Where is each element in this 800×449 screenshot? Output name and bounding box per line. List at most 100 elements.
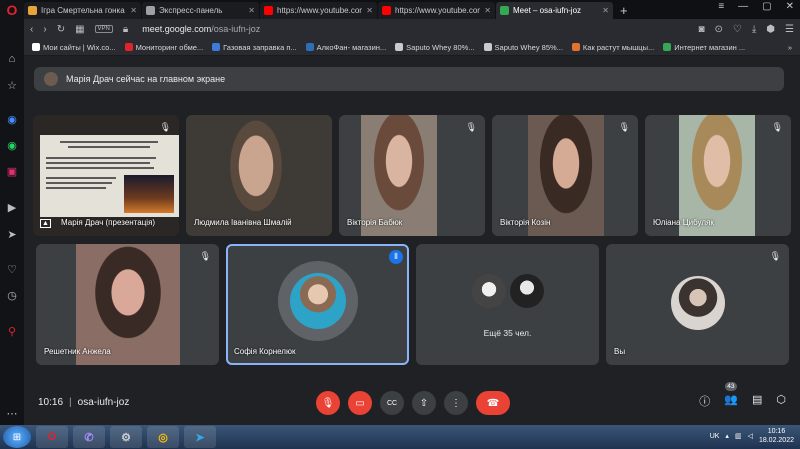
download-icon[interactable]: ⤓ (752, 24, 756, 35)
bookmark-item[interactable]: Мои сайты | Wix.co... (32, 43, 116, 52)
tab-close-icon[interactable]: ✕ (248, 6, 255, 15)
bookmark-item[interactable]: АлкоФан- магазин... (305, 43, 386, 52)
bookmark-item[interactable]: Saputo Whey 85%... (483, 43, 563, 52)
tab-close-icon[interactable]: ✕ (130, 6, 137, 15)
forward-icon[interactable]: › (43, 24, 46, 35)
snapshot-icon[interactable]: ⊙ (715, 24, 723, 35)
tab-favicon-icon (264, 6, 273, 15)
new-tab-button[interactable]: + (620, 3, 628, 18)
bookmark-label: Газовая заправка п... (223, 42, 297, 52)
tab-close-icon[interactable]: ✕ (366, 6, 373, 15)
mic-off-icon: 🎙︎ (199, 251, 211, 261)
volume-icon[interactable]: ◁ (748, 432, 753, 440)
url-field[interactable]: meet.google.com/osa-iufn-joz (142, 24, 260, 34)
home-icon[interactable]: ⌂ (5, 52, 19, 66)
opera-logo-icon[interactable]: O (5, 2, 19, 18)
camera-icon[interactable]: ◙ (698, 24, 704, 35)
activities-button[interactable]: ⬡ (776, 393, 786, 409)
more-options-button[interactable]: ⋮ (444, 391, 468, 415)
toggle-mic-button[interactable]: 🎙︎ (316, 391, 340, 415)
separator: | (69, 397, 72, 408)
tab-close-icon[interactable]: ✕ (484, 6, 491, 15)
tab-youtube-2[interactable]: https://www.youtube.com/ ✕ (378, 2, 495, 19)
vpn-badge[interactable]: VPN (94, 25, 113, 33)
bookmark-label: Как растут мышцы... (582, 42, 655, 52)
language-indicator[interactable]: UK (710, 433, 720, 440)
participant-tile[interactable]: Людмила Іванівна Шмалій (186, 115, 332, 236)
participant-name: Юліана Цибуляк (653, 218, 714, 227)
minimize-icon[interactable]: — (738, 1, 748, 12)
tab-close-icon[interactable]: ✕ (602, 6, 609, 15)
taskbar-telegram-icon[interactable]: ➤ (184, 426, 216, 448)
participant-tile[interactable]: 🎙︎ Вікторія Козін (492, 115, 638, 236)
tabs-grid-icon[interactable]: ▦ (75, 24, 84, 35)
tab-youtube-1[interactable]: https://www.youtube.com/ ✕ (260, 2, 377, 19)
whatsapp-icon[interactable]: ◉ (5, 138, 19, 152)
chat-button[interactable]: ▤ (752, 393, 762, 409)
back-icon[interactable]: ‹ (30, 24, 33, 35)
presenter-notice: Марія Драч сейчас на главном экране (34, 67, 784, 91)
bookmark-item[interactable]: Интернет магазин ... (663, 43, 745, 52)
mic-off-icon: 🎙︎ (769, 251, 781, 261)
participant-tile[interactable]: 🎙︎ ▲ Марія Драч (презентація) (33, 115, 179, 236)
taskbar-opera-icon[interactable]: O (36, 426, 68, 448)
taskbar-chrome-icon[interactable]: ◎ (147, 426, 179, 448)
meeting-details-button[interactable]: ⓘ (699, 393, 710, 409)
avatar-image (289, 272, 346, 329)
pin-icon[interactable]: ⚲ (5, 324, 19, 338)
close-window-icon[interactable]: ✕ (786, 1, 794, 12)
tab-express-panel[interactable]: Экспресс-панель ✕ (142, 2, 259, 19)
toggle-camera-button[interactable]: ▭ (348, 391, 372, 415)
history-icon[interactable]: ◷ (5, 288, 19, 302)
bookmark-favicon-icon (395, 43, 404, 51)
network-icon[interactable]: ▥ (735, 432, 742, 440)
star-icon[interactable]: ☆ (5, 78, 19, 92)
participant-avatar (277, 260, 358, 341)
messenger-icon[interactable]: ◉ (5, 112, 19, 126)
participant-tile[interactable]: 🎙︎ Решетник Анжела (36, 244, 219, 365)
participant-tile-speaking[interactable]: ⦀ Софія Корнелюк (226, 244, 409, 365)
tab-meet[interactable]: Meet – osa-iufn-joz ✕ (496, 2, 613, 19)
bookmark-item[interactable]: Мониторинг обме... (124, 43, 203, 52)
present-screen-button[interactable]: ⇧ (412, 391, 436, 415)
participant-tile[interactable]: 🎙︎ Юліана Цибуляк (645, 115, 791, 236)
participant-name: Людмила Іванівна Шмалій (194, 218, 292, 227)
slide-text-line (68, 146, 150, 148)
participant-tile[interactable]: 🎙︎ Вікторія Бабюк (339, 115, 485, 236)
meeting-info: 10:16 | osa-iufn-joz (38, 397, 129, 408)
player-icon[interactable]: ▶ (5, 200, 19, 214)
taskbar-viber-icon[interactable]: ✆ (73, 426, 105, 448)
bookmarks-overflow-button[interactable]: » (788, 43, 792, 52)
meeting-time: 10:16 (38, 397, 64, 408)
bookmark-item[interactable]: Как растут мышцы... (571, 42, 655, 52)
instagram-icon[interactable]: ▣ (5, 164, 19, 178)
tab-favicon-icon (28, 6, 37, 15)
captions-button[interactable]: CC (380, 391, 404, 415)
more-participants-tile[interactable]: Ещё 35 чел. (416, 244, 599, 365)
send-icon[interactable]: ➤ (5, 227, 19, 241)
bookmarks-bar: Мои сайты | Wix.co... Мониторинг обме...… (24, 39, 800, 56)
tray-chevron-icon[interactable]: ▴ (725, 432, 729, 440)
bookmark-label: Мои сайты | Wix.co... (43, 42, 116, 52)
url-path: /osa-iufn-joz (211, 24, 261, 34)
extensions-icon[interactable]: ⬢ (766, 24, 775, 35)
easy-setup-icon[interactable]: ☰ (785, 24, 794, 35)
start-button[interactable]: ⊞ (3, 426, 31, 448)
tab-strip: Ігра Смертельна гонка он ✕ Экспресс-пане… (24, 0, 800, 19)
taskbar-settings-icon[interactable]: ⚙ (110, 426, 142, 448)
bookmark-heart-icon[interactable]: ♡ (733, 24, 742, 35)
reload-icon[interactable]: ↻ (57, 24, 65, 35)
heart-icon[interactable]: ♡ (5, 262, 19, 276)
more-sidebar-icon[interactable]: ⋯ (5, 406, 19, 420)
clock[interactable]: 10:16 18.02.2022 (759, 427, 794, 445)
people-button[interactable]: 43 👥 (724, 382, 738, 409)
tab-game[interactable]: Ігра Смертельна гонка он ✕ (24, 2, 141, 19)
self-tile[interactable]: 🎙︎ Вы (606, 244, 789, 365)
leave-call-button[interactable]: ☎ (476, 391, 510, 415)
bookmark-item[interactable]: Saputo Whey 80%... (395, 43, 475, 52)
menu-icon[interactable]: ≡ (718, 1, 724, 12)
maximize-icon[interactable]: ▢ (762, 1, 771, 12)
side-panel-controls: ⓘ 43 👥 ▤ ⬡ (699, 382, 786, 409)
bookmark-favicon-icon (483, 43, 492, 51)
bookmark-item[interactable]: Газовая заправка п... (212, 42, 297, 52)
